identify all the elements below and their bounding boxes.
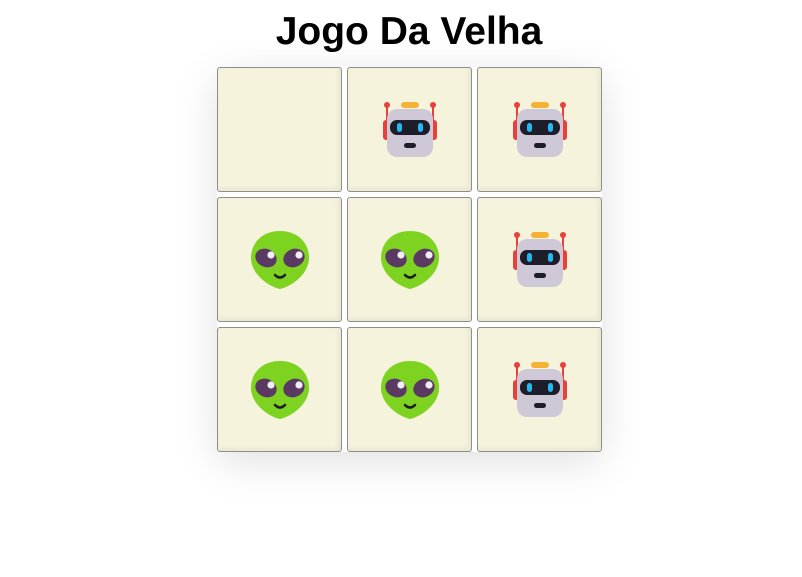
game-page: Jogo Da Velha <box>0 0 802 577</box>
page-title: Jogo Da Velha <box>275 10 543 53</box>
board-cell-7[interactable] <box>217 327 342 452</box>
robot-icon <box>512 361 567 417</box>
game-board <box>217 67 602 452</box>
board-cell-8[interactable] <box>347 327 472 452</box>
board-cell-1[interactable] <box>217 67 342 192</box>
board-cell-9[interactable] <box>477 327 602 452</box>
alien-icon <box>380 230 439 289</box>
robot-icon <box>512 101 567 157</box>
board-cell-2[interactable] <box>347 67 472 192</box>
robot-icon <box>382 101 437 157</box>
alien-icon <box>250 360 309 419</box>
board-cell-5[interactable] <box>347 197 472 322</box>
board-cell-3[interactable] <box>477 67 602 192</box>
alien-icon <box>250 230 309 289</box>
alien-icon <box>380 360 439 419</box>
board-cell-4[interactable] <box>217 197 342 322</box>
board-cell-6[interactable] <box>477 197 602 322</box>
robot-icon <box>512 231 567 287</box>
